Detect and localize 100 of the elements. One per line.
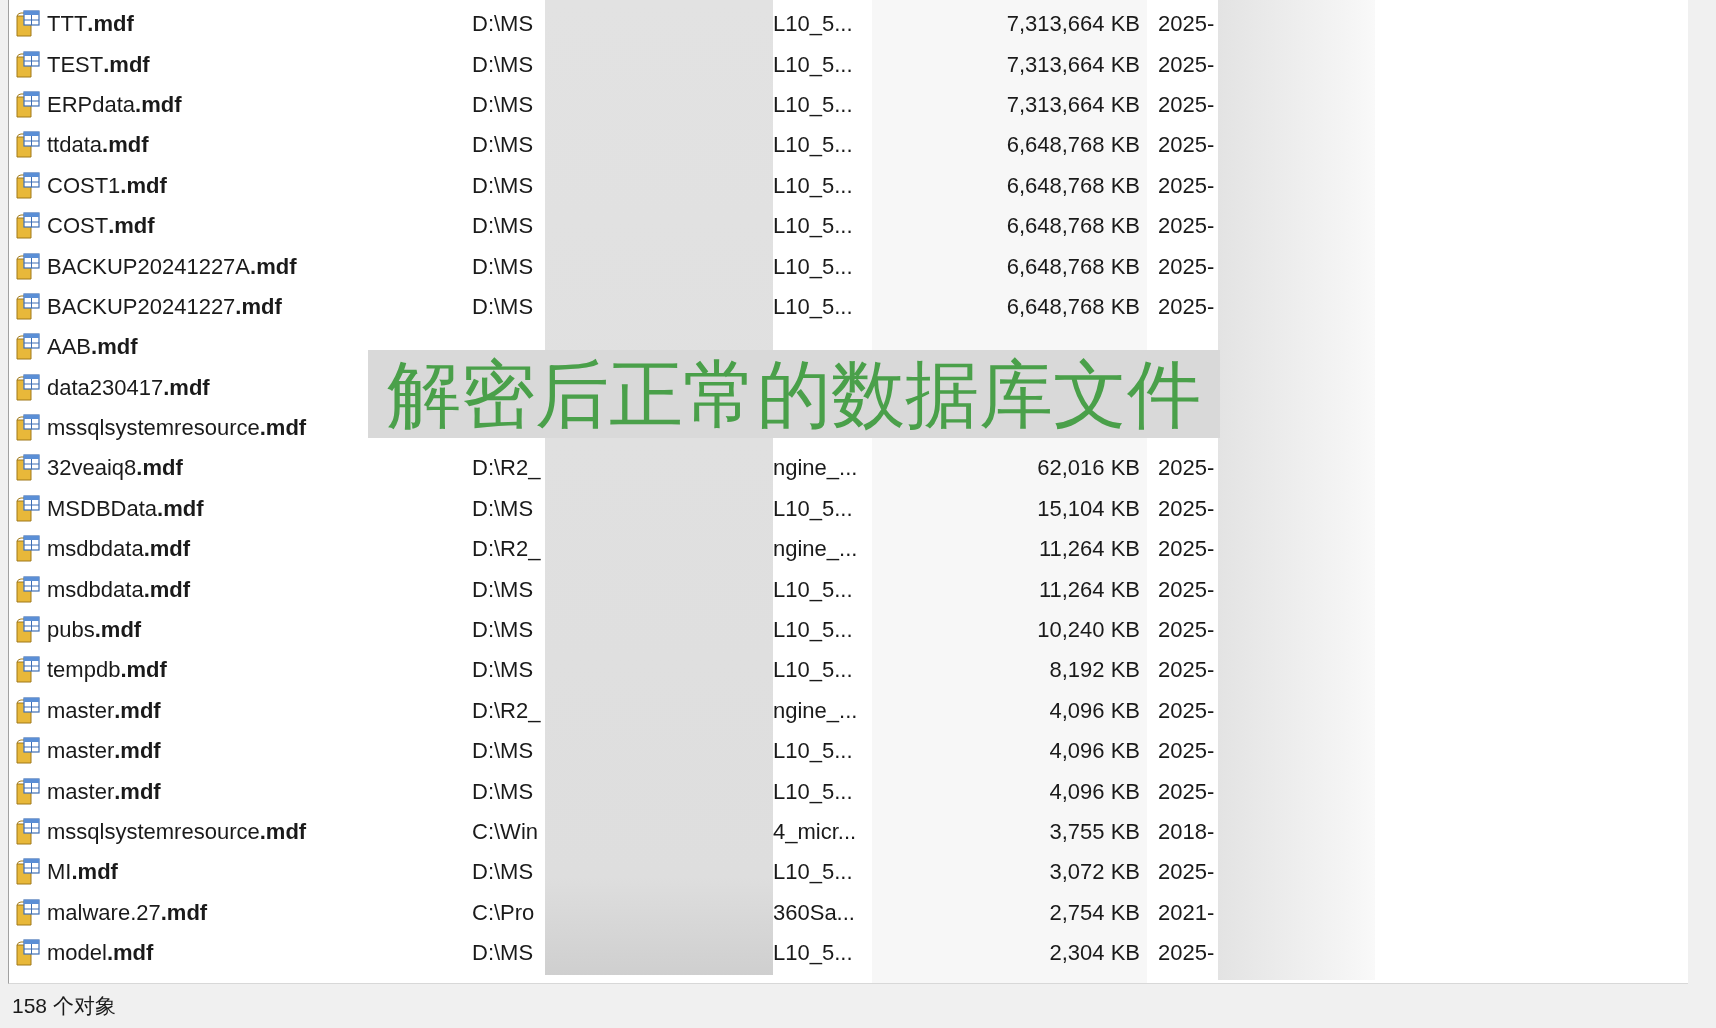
file-path: D:\MS xyxy=(472,940,534,966)
file-date: 2025- xyxy=(1158,172,1215,198)
file-path: D:\R2_ xyxy=(472,536,541,562)
database-file-icon xyxy=(15,939,41,968)
database-file-icon xyxy=(15,171,41,200)
file-date: 2025- xyxy=(1158,697,1215,723)
file-name[interactable]: ERPdata.mdf xyxy=(47,91,182,118)
file-date: 2025- xyxy=(1158,253,1215,279)
database-file-icon xyxy=(15,131,41,160)
database-file-icon xyxy=(15,50,41,79)
database-file-icon xyxy=(15,818,41,846)
file-name[interactable]: pubs.mdf xyxy=(47,617,142,644)
file-size: 15,104 KB xyxy=(1037,495,1140,522)
database-file-icon xyxy=(15,858,41,887)
file-size: 2,754 KB xyxy=(1049,899,1140,926)
file-date: 2025- xyxy=(1158,738,1215,764)
file-type: L10_5... xyxy=(773,859,853,885)
file-date: 2025- xyxy=(1158,293,1215,319)
file-type: L10_5... xyxy=(773,576,853,602)
file-path: D:\MS xyxy=(472,859,534,885)
database-file-icon xyxy=(15,898,41,927)
file-path: D:\MS xyxy=(472,778,534,804)
file-name[interactable]: master.mdf xyxy=(47,697,161,724)
file-name[interactable]: COST1.mdf xyxy=(47,172,167,199)
file-name[interactable]: 32veaiq8.mdf xyxy=(47,455,183,482)
file-size: 7,313,664 KB xyxy=(1006,11,1140,38)
database-file-icon xyxy=(15,737,41,766)
file-size: 6,648,768 KB xyxy=(1006,293,1140,320)
file-size: 6,648,768 KB xyxy=(1006,132,1140,159)
file-type: ngine_... xyxy=(773,697,858,723)
file-path: D:\R2_ xyxy=(472,697,541,723)
file-size: 7,313,664 KB xyxy=(1006,91,1140,118)
file-name[interactable]: mssqlsystemresource.mdf xyxy=(47,415,307,442)
file-type: L10_5... xyxy=(773,11,853,37)
file-type: L10_5... xyxy=(773,657,853,683)
file-name[interactable]: BACKUP20241227A.mdf xyxy=(47,253,297,280)
file-type: L10_5... xyxy=(773,51,853,77)
file-size: 8,192 KB xyxy=(1049,657,1140,684)
file-type: L10_5... xyxy=(773,253,853,279)
file-name[interactable]: data230417.mdf xyxy=(47,374,210,401)
file-name[interactable]: MI.mdf xyxy=(47,859,118,886)
file-path: D:\MS xyxy=(472,253,534,279)
file-name[interactable]: BACKUP20241227.mdf xyxy=(47,293,282,320)
file-name[interactable]: malware.27.mdf xyxy=(47,899,208,926)
database-file-icon xyxy=(15,535,41,564)
file-path: D:\MS xyxy=(472,172,534,198)
file-name[interactable]: TEST.mdf xyxy=(47,51,150,78)
file-path: C:\Win xyxy=(472,819,538,844)
file-name[interactable]: master.mdf xyxy=(47,738,161,765)
file-name[interactable]: tempdb.mdf xyxy=(47,657,167,684)
database-file-icon xyxy=(15,494,41,523)
database-file-icon xyxy=(15,575,41,604)
file-type: L10_5... xyxy=(773,91,853,117)
file-name[interactable]: AAB.mdf xyxy=(47,334,138,361)
database-file-icon xyxy=(15,252,41,281)
file-type: L10_5... xyxy=(773,738,853,764)
file-size: 3,755 KB xyxy=(1049,819,1140,845)
file-name[interactable]: msdbdata.mdf xyxy=(47,576,191,603)
database-file-icon xyxy=(15,656,41,685)
file-date: 2025- xyxy=(1158,778,1215,804)
file-date: 2021- xyxy=(1158,899,1215,925)
file-type: L10_5... xyxy=(773,172,853,198)
file-date: 2025- xyxy=(1158,11,1215,37)
file-size: 62,016 KB xyxy=(1037,455,1140,482)
file-name[interactable]: TTT.mdf xyxy=(47,11,134,38)
file-name[interactable]: MSDBData.mdf xyxy=(47,495,204,522)
file-name[interactable]: master.mdf xyxy=(47,778,161,805)
file-size: 6,648,768 KB xyxy=(1006,172,1140,199)
file-size: 4,096 KB xyxy=(1049,778,1140,805)
file-name[interactable]: model.mdf xyxy=(47,940,154,967)
database-file-icon xyxy=(15,333,41,362)
file-date: 2025- xyxy=(1158,536,1215,562)
database-file-icon xyxy=(15,696,41,725)
file-size: 11,264 KB xyxy=(1038,576,1140,603)
file-name[interactable]: COST.mdf xyxy=(47,213,155,240)
database-file-icon xyxy=(15,777,41,806)
file-type: 360Sa... xyxy=(773,899,855,925)
file-date: 2025- xyxy=(1158,51,1215,77)
file-type: ngine_... xyxy=(773,536,858,562)
file-size: 6,648,768 KB xyxy=(1006,253,1140,280)
file-date: 2018- xyxy=(1158,819,1215,844)
file-size: 7,313,664 KB xyxy=(1006,51,1140,78)
file-path: D:\MS xyxy=(472,495,534,521)
database-file-icon xyxy=(15,616,41,645)
file-date: 2025- xyxy=(1158,859,1215,885)
file-date: 2025- xyxy=(1158,617,1215,643)
database-file-icon xyxy=(15,454,41,483)
overlay-caption: 解密后正常的数据库文件 xyxy=(368,350,1220,438)
file-size: 4,096 KB xyxy=(1049,697,1140,724)
file-path: D:\R2_ xyxy=(472,455,541,481)
file-name[interactable]: mssqlsystemresource.mdf xyxy=(47,819,307,845)
file-path: D:\MS xyxy=(472,576,534,602)
file-name[interactable]: ttdata.mdf xyxy=(47,132,149,159)
file-type: L10_5... xyxy=(773,617,853,643)
file-size: 4,096 KB xyxy=(1049,738,1140,765)
file-path: D:\MS xyxy=(472,51,534,77)
file-name[interactable]: msdbdata.mdf xyxy=(47,536,191,563)
file-size: 10,240 KB xyxy=(1037,617,1140,644)
file-path: D:\MS xyxy=(472,617,534,643)
file-type: L10_5... xyxy=(773,132,853,158)
